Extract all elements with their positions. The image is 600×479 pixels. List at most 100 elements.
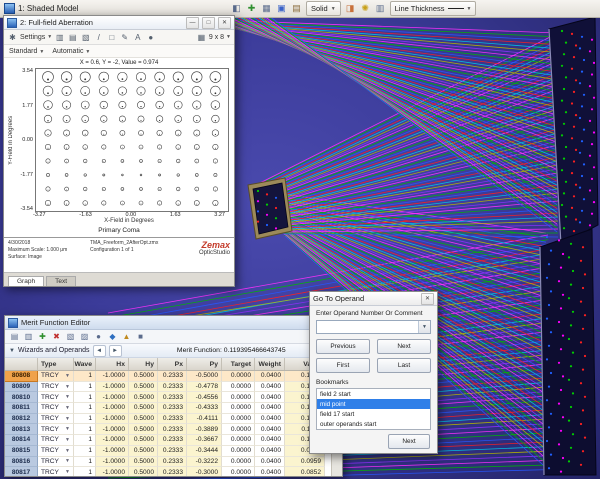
- optimize-icon[interactable]: ▲: [121, 332, 132, 341]
- cell-px[interactable]: 0.2333: [158, 457, 187, 468]
- aberration-titlebar[interactable]: 2: Full-field Aberration — □ ✕: [4, 16, 234, 30]
- column-header-hy[interactable]: Hy: [129, 358, 158, 370]
- cell-py[interactable]: -0.4556: [187, 392, 222, 403]
- close-icon[interactable]: ✕: [421, 293, 434, 305]
- paste-icon[interactable]: ▨: [79, 332, 90, 341]
- cell-weight[interactable]: 0.0400: [255, 382, 285, 393]
- cell-hy[interactable]: 0.5000: [129, 403, 158, 414]
- cell-wave[interactable]: 1: [74, 435, 96, 446]
- cell-hx[interactable]: -1.0000: [96, 467, 129, 476]
- rays-icon[interactable]: ✚: [245, 2, 258, 15]
- cell-type[interactable]: TRCY▼: [38, 382, 74, 393]
- cell-wave[interactable]: 1: [74, 382, 96, 393]
- cell-id[interactable]: 80817: [5, 467, 38, 476]
- cell-hx[interactable]: -1.0000: [96, 382, 129, 393]
- cell-wave[interactable]: 1: [74, 467, 96, 476]
- copy-icon[interactable]: ▧: [80, 33, 91, 42]
- chevron-down-icon[interactable]: ▼: [9, 348, 15, 354]
- chevron-down-icon[interactable]: ▼: [418, 321, 430, 333]
- copy-icon[interactable]: ▧: [65, 332, 76, 341]
- cell-id[interactable]: 80815: [5, 446, 38, 457]
- cell-hy[interactable]: 0.5000: [129, 392, 158, 403]
- bookmark-item[interactable]: field 2 start: [317, 389, 430, 399]
- line-thickness-select[interactable]: Line Thickness ▼: [390, 1, 477, 16]
- cell-target[interactable]: 0.0000: [222, 467, 255, 476]
- tab-graph[interactable]: Graph: [8, 276, 44, 286]
- cell-px[interactable]: 0.2333: [158, 382, 187, 393]
- cell-target[interactable]: 0.0000: [222, 457, 255, 468]
- cell-target[interactable]: 0.0000: [222, 424, 255, 435]
- lighting-icon[interactable]: ✺: [359, 2, 372, 15]
- column-header-py[interactable]: Py: [187, 358, 222, 370]
- cell-target[interactable]: 0.0000: [222, 446, 255, 457]
- camera-icon[interactable]: ▤: [290, 2, 303, 15]
- table-row[interactable]: 80811TRCY▼1-1.00000.50000.2333-0.43330.0…: [5, 403, 342, 414]
- cell-py[interactable]: -0.3889: [187, 424, 222, 435]
- table-row[interactable]: 80817TRCY▼1-1.00000.50000.2333-0.30000.0…: [5, 467, 342, 476]
- table-row[interactable]: 80814TRCY▼1-1.00000.50000.2333-0.36670.0…: [5, 435, 342, 446]
- save-icon[interactable]: ▥: [54, 33, 65, 42]
- cell-wave[interactable]: 1: [74, 446, 96, 457]
- cell-wave[interactable]: 1: [74, 414, 96, 425]
- tab-text[interactable]: Text: [46, 276, 76, 286]
- cell-weight[interactable]: 0.0400: [255, 446, 285, 457]
- cell-type[interactable]: TRCY▼: [38, 435, 74, 446]
- cell-hx[interactable]: -1.0000: [96, 392, 129, 403]
- maximize-icon[interactable]: □: [202, 17, 215, 29]
- table-row[interactable]: 80812TRCY▼1-1.00000.50000.2333-0.41110.0…: [5, 414, 342, 425]
- text-tool-icon[interactable]: A: [132, 33, 143, 42]
- standard-select[interactable]: Standard ▼: [9, 48, 44, 55]
- cell-py[interactable]: -0.3000: [187, 467, 222, 476]
- table-row[interactable]: 80810TRCY▼1-1.00000.50000.2333-0.45560.0…: [5, 392, 342, 403]
- new-table-icon[interactable]: ▤: [9, 332, 20, 341]
- cell-target[interactable]: 0.0000: [222, 414, 255, 425]
- cell-weight[interactable]: 0.0400: [255, 414, 285, 425]
- cell-wave[interactable]: 1: [74, 403, 96, 414]
- column-header-px[interactable]: Px: [158, 358, 187, 370]
- cell-type[interactable]: TRCY▼: [38, 467, 74, 476]
- cell-hx[interactable]: -1.0000: [96, 457, 129, 468]
- cell-py[interactable]: -0.4111: [187, 414, 222, 425]
- cell-px[interactable]: 0.2333: [158, 392, 187, 403]
- next-button[interactable]: Next: [377, 339, 431, 354]
- cell-hy[interactable]: 0.5000: [129, 371, 158, 382]
- cell-target[interactable]: 0.0000: [222, 371, 255, 382]
- gear-icon[interactable]: ✱: [7, 33, 18, 42]
- cell-id[interactable]: 80811: [5, 403, 38, 414]
- table-row[interactable]: 80809TRCY▼1-1.00000.50000.2333-0.47780.0…: [5, 382, 342, 393]
- column-header-hx[interactable]: Hx: [96, 358, 129, 370]
- cell-hx[interactable]: -1.0000: [96, 371, 129, 382]
- cell-hy[interactable]: 0.5000: [129, 414, 158, 425]
- bookmark-item[interactable]: outer operands start: [317, 419, 430, 429]
- operand-combobox[interactable]: ▼: [316, 320, 431, 334]
- help-icon[interactable]: ■: [135, 332, 146, 341]
- next-page-icon[interactable]: ►: [109, 345, 122, 357]
- aberration-plot[interactable]: [35, 68, 229, 212]
- tertiary-mirror[interactable]: [540, 229, 596, 475]
- cell-weight[interactable]: 0.0400: [255, 457, 285, 468]
- minimize-icon[interactable]: —: [186, 17, 199, 29]
- line-tool-icon[interactable]: /: [93, 33, 104, 42]
- solid-mode-select[interactable]: Solid ▼: [306, 1, 341, 16]
- last-button[interactable]: Last: [377, 358, 431, 373]
- cell-id[interactable]: 80810: [5, 392, 38, 403]
- cell-wave[interactable]: 1: [74, 371, 96, 382]
- cell-px[interactable]: 0.2333: [158, 446, 187, 457]
- cell-px[interactable]: 0.2333: [158, 467, 187, 476]
- prev-page-icon[interactable]: ◄: [93, 345, 106, 357]
- pen-tool-icon[interactable]: ✎: [119, 33, 130, 42]
- cell-id[interactable]: 80814: [5, 435, 38, 446]
- table-row[interactable]: 80808TRCY▼1-1.00000.50000.2333-0.50000.0…: [5, 371, 342, 382]
- cell-target[interactable]: 0.0000: [222, 403, 255, 414]
- cell-weight[interactable]: 0.0400: [255, 435, 285, 446]
- cell-id[interactable]: 80809: [5, 382, 38, 393]
- column-header-id[interactable]: [5, 358, 38, 370]
- grid-size-select[interactable]: 9 x 8: [209, 34, 224, 41]
- column-header-weight[interactable]: Weight: [255, 358, 285, 370]
- cell-hy[interactable]: 0.5000: [129, 435, 158, 446]
- cell-weight[interactable]: 0.0400: [255, 424, 285, 435]
- column-header-wave[interactable]: Wave: [74, 358, 96, 370]
- grid-icon[interactable]: ▦: [260, 2, 273, 15]
- dialog-titlebar[interactable]: Go To Operand ✕: [310, 292, 437, 306]
- cell-type[interactable]: TRCY▼: [38, 414, 74, 425]
